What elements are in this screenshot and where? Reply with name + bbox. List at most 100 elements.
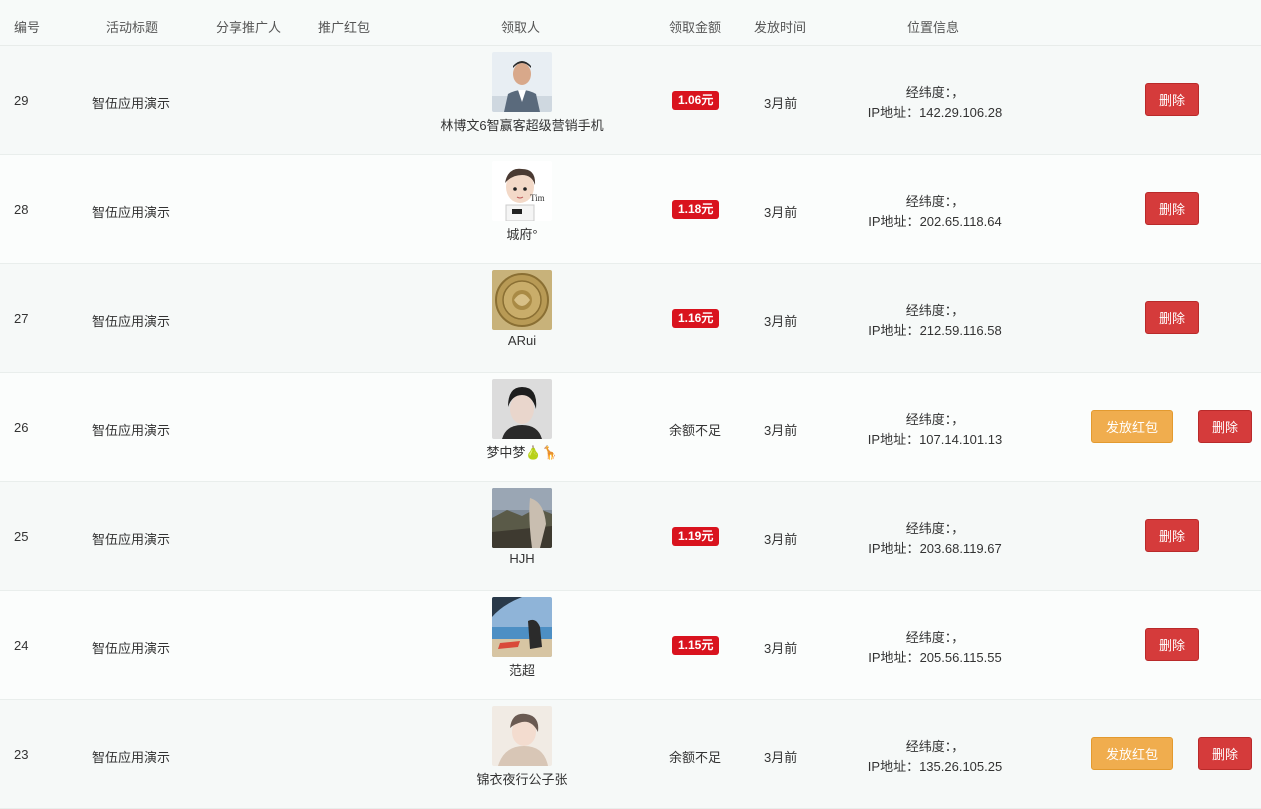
- col-receiver: 领取人: [501, 20, 541, 35]
- latlng-label: 经纬度：，: [905, 739, 965, 754]
- ip-label: IP地址：: [867, 105, 920, 120]
- col-title: 活动标题: [106, 20, 159, 35]
- avatar: Tim: [492, 161, 552, 221]
- col-amount: 领取金额: [669, 20, 722, 35]
- row-id: 29: [14, 93, 29, 108]
- receiver-nickname: HJH: [509, 551, 535, 566]
- receiver-nickname: 林博文6智赢客超级营销手机: [440, 118, 604, 133]
- row-title: 智伍应用演示: [92, 96, 171, 111]
- location-info: 经纬度：， IP地址：135.26.105.25: [840, 737, 1030, 777]
- row-id: 24: [14, 638, 29, 653]
- row-title: 智伍应用演示: [92, 750, 171, 765]
- avatar: [492, 270, 552, 330]
- receiver-nickname: 锦衣夜行公子张: [476, 772, 568, 787]
- latlng-label: 经纬度：，: [905, 412, 965, 427]
- col-sharer: 分享推广人: [216, 20, 282, 35]
- ip-value: 107.14.101.13: [919, 432, 1003, 447]
- row-title: 智伍应用演示: [92, 205, 171, 220]
- receiver-nickname: 范超: [508, 663, 535, 678]
- latlng-label: 经纬度：，: [905, 630, 965, 645]
- table-body: 29 智伍应用演示 林博文6智赢客超级营销手机 1.06元 3月前 经纬度：， …: [0, 46, 1261, 809]
- col-location: 位置信息: [907, 20, 960, 35]
- delete-button[interactable]: 删除: [1145, 628, 1199, 661]
- ip-line: IP地址：142.29.106.28: [840, 103, 1030, 123]
- ip-value: 135.26.105.25: [919, 759, 1003, 774]
- ip-value: 203.68.119.67: [919, 541, 1002, 556]
- avatar: [492, 52, 552, 112]
- amount-insufficient: 余额不足: [669, 750, 722, 765]
- row-id: 23: [14, 747, 29, 762]
- location-info: 经纬度：， IP地址：202.65.118.64: [840, 192, 1030, 232]
- ip-label: IP地址：: [867, 759, 920, 774]
- ip-line: IP地址：212.59.116.58: [840, 321, 1030, 341]
- latlng-label: 经纬度：，: [905, 85, 965, 100]
- row-id: 28: [14, 202, 29, 217]
- ip-label: IP地址：: [868, 323, 920, 338]
- table-row: 28 智伍应用演示 Tim 城府° 1.18元 3月前 经纬度：， IP地址：2…: [0, 155, 1261, 264]
- records-table: 编号 活动标题 分享推广人 推广红包 领取人 领取金额 发放时间 位置信息 29…: [0, 0, 1261, 809]
- issue-time: 3月前: [764, 314, 798, 329]
- issue-time: 3月前: [764, 641, 798, 656]
- avatar: [492, 488, 552, 548]
- amount-badge: 1.19元: [672, 527, 720, 546]
- issue-time: 3月前: [764, 205, 798, 220]
- issue-time: 3月前: [764, 423, 798, 438]
- delete-button[interactable]: 删除: [1145, 83, 1199, 116]
- row-id: 25: [14, 529, 29, 544]
- col-id: 编号: [14, 20, 41, 35]
- delete-button[interactable]: 删除: [1145, 301, 1199, 334]
- issue-time: 3月前: [764, 96, 798, 111]
- ip-value: 202.65.118.64: [919, 214, 1002, 229]
- amount-badge: 1.15元: [672, 636, 720, 655]
- amount-insufficient: 余额不足: [669, 423, 722, 438]
- latlng-label: 经纬度：，: [905, 303, 965, 318]
- row-id: 27: [14, 311, 29, 326]
- table-row: 23 智伍应用演示 锦衣夜行公子张 余额不足 3月前 经纬度：， IP地址：13…: [0, 700, 1261, 809]
- table-row: 25 智伍应用演示 HJH 1.19元 3月前 经纬度：， IP地址：203.6…: [0, 482, 1261, 591]
- table-row: 29 智伍应用演示 林博文6智赢客超级营销手机 1.06元 3月前 经纬度：， …: [0, 46, 1261, 155]
- avatar: [492, 706, 552, 766]
- ip-line: IP地址：107.14.101.13: [840, 430, 1030, 450]
- table-row: 27 智伍应用演示 ARui 1.16元 3月前 经纬度：， IP地址：212.…: [0, 264, 1261, 373]
- location-info: 经纬度：， IP地址：203.68.119.67: [840, 519, 1030, 559]
- row-id: 26: [14, 420, 29, 435]
- latlng-label: 经纬度：，: [905, 521, 965, 536]
- location-info: 经纬度：， IP地址：107.14.101.13: [840, 410, 1030, 450]
- ip-value: 142.29.106.28: [919, 105, 1003, 120]
- row-title: 智伍应用演示: [92, 423, 171, 438]
- avatar: [492, 597, 552, 657]
- table-row: 26 智伍应用演示 梦中梦🍐🦒 余额不足 3月前 经纬度：， IP地址：107.…: [0, 373, 1261, 482]
- issue-time: 3月前: [764, 750, 798, 765]
- ip-label: IP地址：: [868, 214, 920, 229]
- avatar: [492, 379, 552, 439]
- row-title: 智伍应用演示: [92, 641, 171, 656]
- delete-button[interactable]: 删除: [1198, 737, 1252, 770]
- ip-line: IP地址：202.65.118.64: [840, 212, 1030, 232]
- location-info: 经纬度：， IP地址：205.56.115.55: [840, 628, 1030, 668]
- receiver-nickname: 梦中梦🍐🦒: [486, 445, 558, 460]
- ip-label: IP地址：: [868, 541, 920, 556]
- issue-time: 3月前: [764, 532, 798, 547]
- send-redpack-button[interactable]: 发放红包: [1091, 737, 1173, 770]
- delete-button[interactable]: 删除: [1145, 192, 1199, 225]
- delete-button[interactable]: 删除: [1198, 410, 1252, 443]
- latlng-label: 经纬度：，: [905, 194, 965, 209]
- ip-line: IP地址：203.68.119.67: [840, 539, 1030, 559]
- col-redpack: 推广红包: [318, 20, 371, 35]
- ip-line: IP地址：205.56.115.55: [840, 648, 1030, 668]
- delete-button[interactable]: 删除: [1145, 519, 1199, 552]
- ip-value: 205.56.115.55: [919, 650, 1002, 665]
- send-redpack-button[interactable]: 发放红包: [1091, 410, 1173, 443]
- ip-label: IP地址：: [868, 650, 920, 665]
- row-title: 智伍应用演示: [92, 532, 171, 547]
- receiver-nickname: 城府°: [506, 227, 538, 242]
- receiver-nickname: ARui: [507, 333, 537, 348]
- amount-badge: 1.16元: [672, 309, 720, 328]
- location-info: 经纬度：， IP地址：142.29.106.28: [840, 83, 1030, 123]
- amount-badge: 1.18元: [672, 200, 720, 219]
- svg-text:Tim: Tim: [530, 193, 545, 203]
- ip-label: IP地址：: [867, 432, 920, 447]
- location-info: 经纬度：， IP地址：212.59.116.58: [840, 301, 1030, 341]
- col-time: 发放时间: [754, 20, 807, 35]
- amount-badge: 1.06元: [672, 91, 720, 110]
